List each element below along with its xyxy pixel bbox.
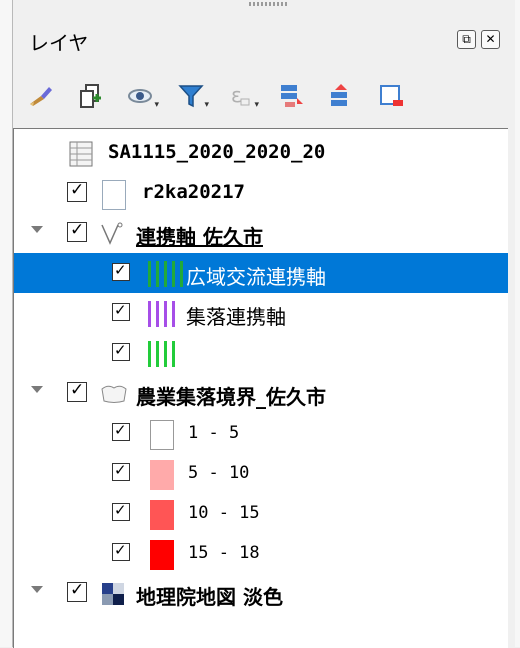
- layer-row[interactable]: 連携軸 佐久市: [14, 213, 508, 253]
- layer-row[interactable]: 農業集落境界_佐久市: [14, 373, 508, 413]
- remove-layer-icon[interactable]: [373, 78, 409, 114]
- line-symbol: [148, 301, 175, 327]
- style-brush-icon[interactable]: [23, 78, 59, 114]
- float-dock-button[interactable]: ⧉: [457, 30, 476, 49]
- filter-expression-icon[interactable]: ε ▾: [223, 78, 259, 114]
- layer-visibility-checkbox[interactable]: [67, 180, 87, 202]
- layer-label: 地理院地図 淡色: [136, 585, 283, 609]
- legend-class-row[interactable]: 5 - 10: [14, 453, 508, 493]
- fill-symbol: [150, 420, 174, 450]
- line-symbol: [148, 261, 183, 287]
- legend-class-row[interactable]: 15 - 18: [14, 533, 508, 573]
- layer-row[interactable]: r2ka20217: [14, 173, 508, 213]
- layer-label: r2ka20217: [142, 181, 245, 203]
- class-visibility-checkbox[interactable]: [112, 261, 130, 281]
- class-visibility-checkbox[interactable]: [112, 501, 130, 521]
- filter-legend-icon[interactable]: ▾: [173, 78, 209, 114]
- table-layer-icon: [69, 141, 93, 171]
- collapse-arrow-icon[interactable]: [31, 226, 43, 233]
- expand-all-icon[interactable]: [273, 78, 309, 114]
- class-visibility-checkbox[interactable]: [112, 341, 130, 361]
- layer-visibility-checkbox[interactable]: [67, 380, 87, 402]
- line-symbol: [148, 341, 175, 367]
- class-label: 集落連携軸: [186, 305, 286, 329]
- layer-visibility-checkbox[interactable]: [67, 580, 87, 602]
- fill-symbol: [150, 460, 174, 490]
- class-label: 15 - 18: [188, 543, 260, 563]
- fill-symbol: [150, 500, 174, 530]
- dock-drag-handle[interactable]: [249, 2, 289, 6]
- class-label: 5 - 10: [188, 463, 250, 483]
- layer-label: SA1115_2020_2020_20: [108, 141, 326, 163]
- class-visibility-checkbox[interactable]: [112, 301, 130, 321]
- window-frame-left: [0, 0, 12, 647]
- fill-symbol: [150, 540, 174, 570]
- legend-class-row[interactable]: 広域交流連携軸: [14, 253, 508, 293]
- collapse-arrow-icon[interactable]: [31, 586, 43, 593]
- visibility-eye-icon[interactable]: ▾: [123, 78, 159, 114]
- class-label: 10 - 15: [188, 503, 260, 523]
- layer-label: 連携軸 佐久市: [136, 225, 263, 249]
- svg-text:ε: ε: [231, 83, 242, 107]
- layers-toolbar: ▾ ▾ ε ▾: [23, 78, 503, 118]
- legend-class-row[interactable]: [14, 333, 508, 373]
- line-layer-icon: [100, 221, 126, 251]
- layer-label: 農業集落境界_佐久市: [136, 385, 326, 409]
- class-label: 1 - 5: [188, 423, 240, 443]
- polygon-layer-icon: [100, 383, 128, 409]
- close-dock-button[interactable]: ✕: [481, 30, 500, 49]
- legend-class-row[interactable]: 1 - 5: [14, 413, 508, 453]
- legend-class-row[interactable]: 10 - 15: [14, 493, 508, 533]
- legend-class-row[interactable]: 集落連携軸: [14, 293, 508, 333]
- class-visibility-checkbox[interactable]: [112, 421, 130, 441]
- collapse-arrow-icon[interactable]: [31, 386, 43, 393]
- collapse-all-icon[interactable]: [323, 78, 359, 114]
- class-label: 広域交流連携軸: [186, 265, 326, 289]
- class-visibility-checkbox[interactable]: [112, 461, 130, 481]
- add-group-icon[interactable]: [73, 78, 109, 114]
- layer-symbol: [102, 180, 126, 210]
- class-visibility-checkbox[interactable]: [112, 541, 130, 561]
- layer-visibility-checkbox[interactable]: [67, 220, 87, 242]
- layer-tree: SA1115_2020_2020_20 r2ka20217 連携軸 佐久市 広域…: [13, 128, 508, 648]
- layers-panel: レイヤ ⧉ ✕ ▾ ▾ ε ▾ SA1115_2020_2020_20 ✓ r2…: [12, 0, 515, 648]
- layer-row[interactable]: SA1115_2020_2020_20: [14, 133, 508, 173]
- layer-row[interactable]: 地理院地図 淡色: [14, 573, 508, 613]
- raster-layer-icon: [102, 583, 124, 609]
- dock-title: レイヤ: [29, 31, 89, 55]
